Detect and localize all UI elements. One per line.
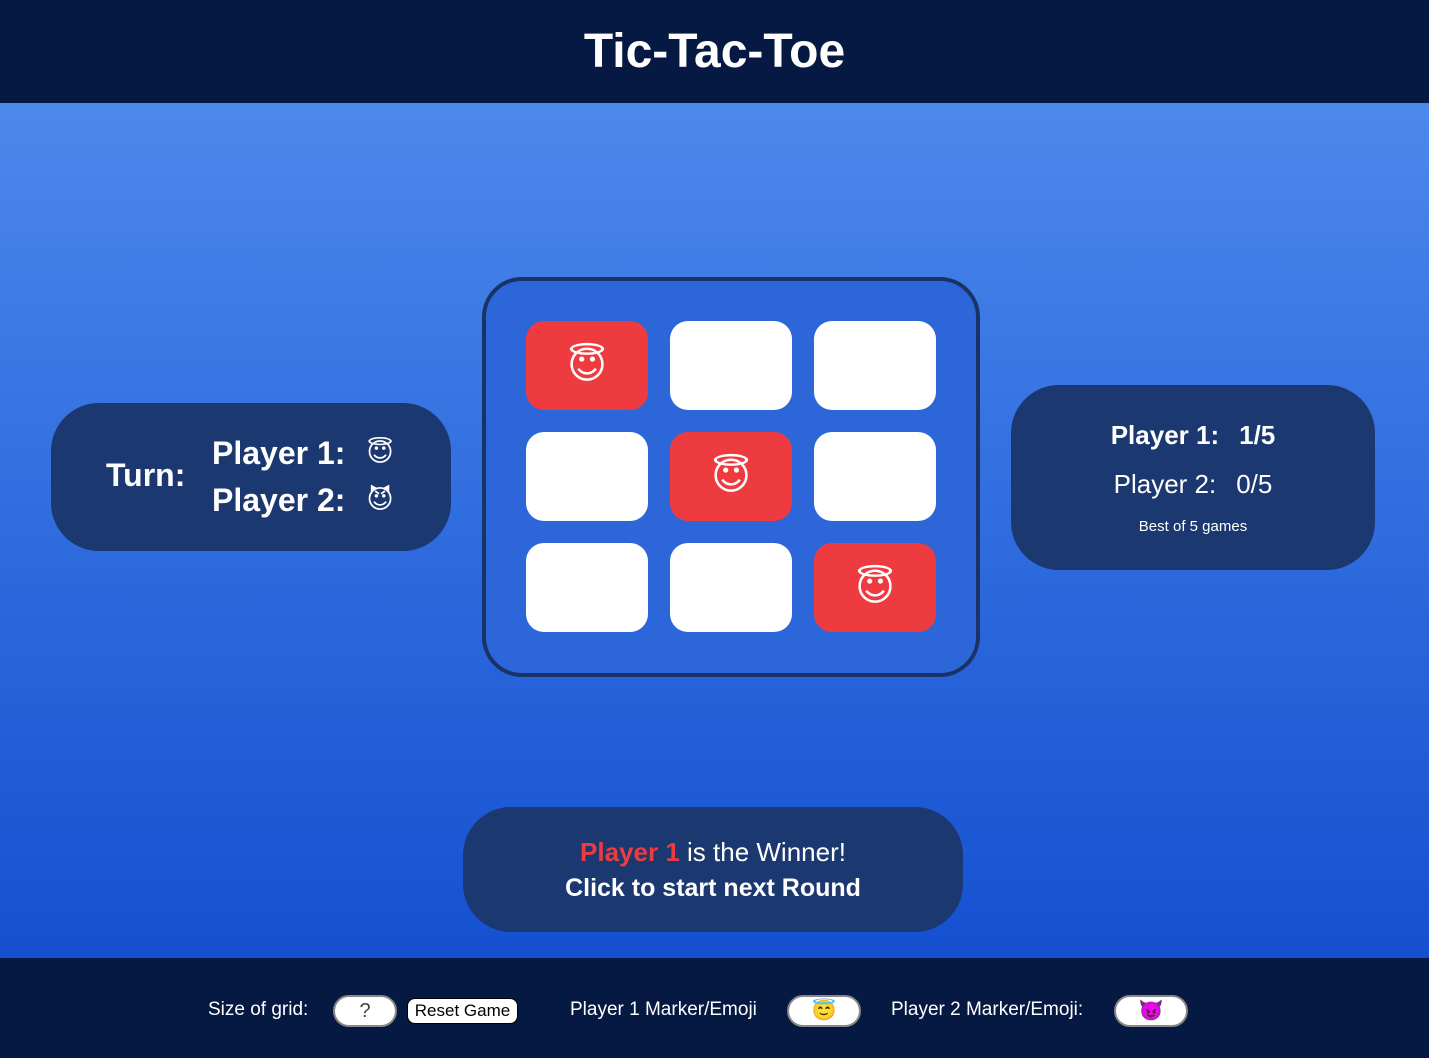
footer-controls: Size of grid: ? Reset Game Player 1 Mark… <box>0 958 1429 1058</box>
score-panel: Player 1: 1/5 Player 2: 0/5 Best of 5 game… <box>1011 385 1375 570</box>
board-cell-9[interactable]: 😇 <box>814 543 936 632</box>
angel-emoji-icon: 😇 <box>366 437 394 467</box>
board-cell-8[interactable]: 😈 <box>670 543 792 632</box>
player-1-marker-label: Player 1 Marker/Emoji <box>570 999 757 1020</box>
grid-size-label: Size of grid: <box>208 999 309 1020</box>
winner-suffix: is the Winner! <box>679 837 846 867</box>
board-cell-4[interactable]: 😈 <box>526 432 648 521</box>
score-player-1-value: 1/5 <box>1239 420 1276 450</box>
turn-player-2-label: Player 2: <box>212 482 346 518</box>
turn-panel: Turn: Player 1: 😇 Player 2: 😈 <box>51 403 451 551</box>
score-player-2: Player 2: 0/5 <box>1011 469 1375 500</box>
turn-player-2: Player 2: 😈 <box>212 482 394 519</box>
header: Tic-Tac-Toe <box>0 0 1429 103</box>
turn-label: Turn: <box>106 457 186 493</box>
next-round-button[interactable]: Player 1 is the Winner! Click to start n… <box>463 807 963 932</box>
score-player-2-value: 0/5 <box>1236 469 1273 499</box>
game-area: Turn: Player 1: 😇 Player 2: 😈 😇 😈 😇 😈 😇 … <box>0 103 1429 958</box>
winner-name: Player 1 <box>580 837 680 867</box>
next-round-label: Click to start next Round <box>565 874 861 902</box>
grid-size-input[interactable]: ? <box>333 995 397 1027</box>
turn-player-1-label: Player 1: <box>212 435 346 471</box>
page-title: Tic-Tac-Toe <box>583 25 846 78</box>
board-cell-6[interactable] <box>814 432 936 521</box>
score-player-2-label: Player 2: <box>1113 469 1217 499</box>
board-cell-3[interactable] <box>814 321 936 410</box>
player-1-marker-input[interactable]: 😇 <box>787 995 861 1027</box>
board-cell-5[interactable]: 😇 <box>670 432 792 521</box>
score-player-1-label: Player 1: <box>1110 420 1220 450</box>
winner-message: Player 1 is the Winner! <box>463 837 963 868</box>
best-of-label: Best of 5 games <box>1138 518 1248 535</box>
score-player-1: Player 1: 1/5 <box>1011 420 1375 451</box>
board-cell-7[interactable] <box>526 543 648 632</box>
turn-player-1: Player 1: 😇 <box>212 435 394 472</box>
player-2-marker-input[interactable]: 😈 <box>1114 995 1188 1027</box>
board-cell-2[interactable] <box>670 321 792 410</box>
game-board: 😇 😈 😇 😈 😇 <box>482 277 980 677</box>
board-cell-1[interactable]: 😇 <box>526 321 648 410</box>
player-2-marker-label: Player 2 Marker/Emoji: <box>891 999 1084 1020</box>
reset-game-button[interactable]: Reset Game <box>407 998 518 1024</box>
devil-emoji-icon: 😈 <box>366 484 394 514</box>
